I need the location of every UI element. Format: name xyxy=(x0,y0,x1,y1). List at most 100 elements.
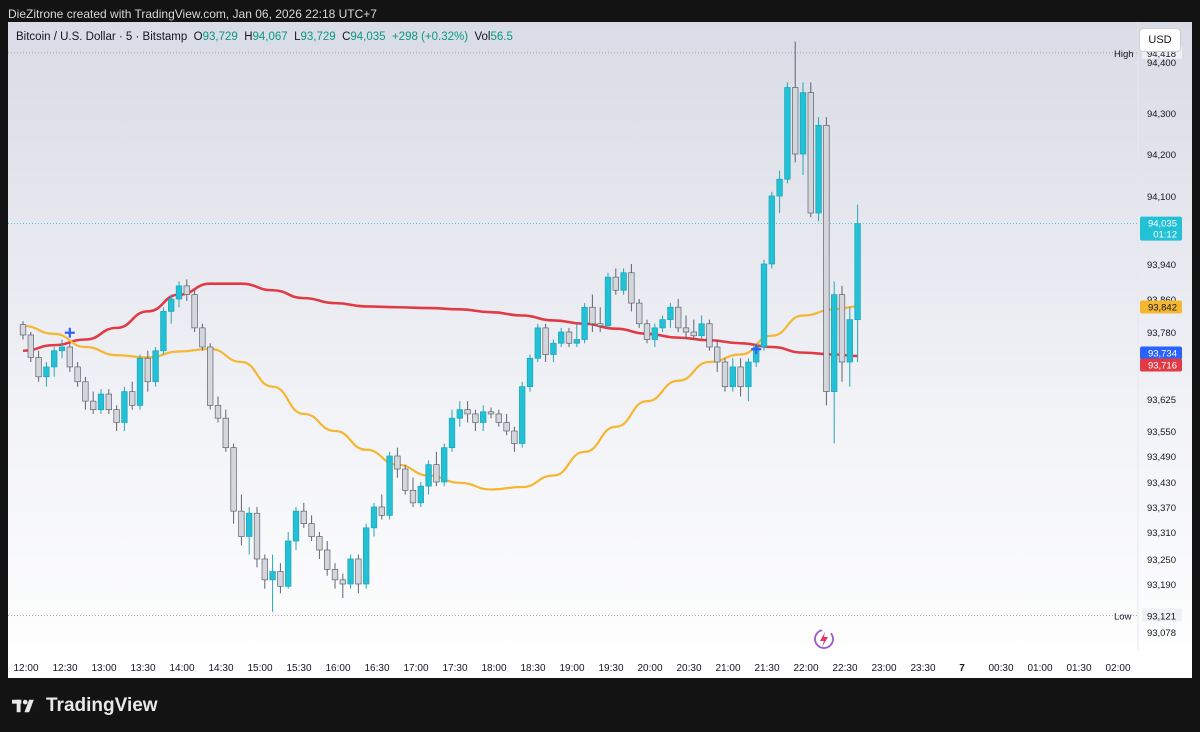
candle xyxy=(519,381,526,448)
candle-body xyxy=(745,361,752,388)
y-tick-label: 93,940 xyxy=(1147,260,1176,271)
brand-name: TradingView xyxy=(46,695,158,716)
y-tick-label: 94,300 xyxy=(1147,109,1176,120)
candle-body xyxy=(214,405,222,419)
candle-body xyxy=(66,346,73,368)
candle-body xyxy=(792,87,799,155)
x-tick-label: 20:00 xyxy=(637,663,662,674)
y-tick-label: 93,310 xyxy=(1147,528,1176,539)
candle-body xyxy=(90,400,97,411)
candle-body xyxy=(456,409,463,419)
chart-panel[interactable]: High Low 94,400 94,300 94,200 94,100 93,940 93… xyxy=(8,22,1192,678)
x-tick-label: 02:00 xyxy=(1105,663,1130,674)
candle-body xyxy=(620,272,627,291)
candle-body xyxy=(643,323,651,340)
x-tick-label: 19:00 xyxy=(559,663,584,674)
candle-body xyxy=(230,447,237,512)
currency-button[interactable]: USD xyxy=(1139,28,1181,52)
candle-body xyxy=(246,512,253,537)
candle-body xyxy=(331,569,339,581)
candle-body xyxy=(113,409,120,423)
candle-body xyxy=(542,327,549,355)
price-tag-value: 93,716 xyxy=(1148,361,1177,372)
candle-body xyxy=(659,319,666,329)
y-tick-label: 93,250 xyxy=(1147,555,1176,566)
x-tick-label: 14:30 xyxy=(208,663,233,674)
x-tick-label: 01:00 xyxy=(1027,663,1052,674)
candle-body xyxy=(402,468,409,491)
x-tick-label: 16:30 xyxy=(364,663,389,674)
candle-body xyxy=(487,411,495,415)
low-value-label: 93,121 xyxy=(1147,611,1176,622)
y-tick-label: 93,780 xyxy=(1147,328,1176,339)
candle-body xyxy=(160,311,167,352)
candle-body xyxy=(636,302,643,325)
candle-body xyxy=(136,357,144,406)
candle-body xyxy=(721,361,729,388)
candle-body xyxy=(51,350,58,368)
y-tick-label: 93,550 xyxy=(1147,427,1176,438)
y-tick-label: 93,190 xyxy=(1147,580,1176,591)
candle xyxy=(815,117,822,222)
candle-body xyxy=(838,294,846,363)
candle-body xyxy=(35,357,42,378)
candle-body xyxy=(495,413,502,423)
candle-body xyxy=(480,411,487,423)
candle-body xyxy=(854,223,861,320)
candle-body xyxy=(292,510,300,542)
candle-body xyxy=(651,327,658,340)
tradingview-brand: TradingView xyxy=(12,695,158,717)
x-tick-label: 22:00 xyxy=(793,663,818,674)
candle-body xyxy=(433,464,440,483)
candle-body xyxy=(324,549,331,570)
candle xyxy=(152,347,159,387)
price-tag-value: 93,842 xyxy=(1148,303,1177,314)
candle-body xyxy=(573,339,580,344)
candle xyxy=(768,191,775,269)
candle-body xyxy=(690,331,697,337)
candle xyxy=(402,464,409,495)
candle xyxy=(191,290,198,332)
candle-body xyxy=(511,430,518,444)
candle-body xyxy=(339,579,346,585)
candle-body xyxy=(347,558,354,585)
candle-body xyxy=(807,92,814,214)
x-tick-label: 17:30 xyxy=(442,663,467,674)
candle-body xyxy=(97,393,105,411)
candle-body xyxy=(300,510,307,525)
candle-body xyxy=(846,319,853,363)
candle-body xyxy=(776,178,783,197)
candle xyxy=(136,354,144,410)
candle-body xyxy=(472,413,479,423)
legend-title: Bitcoin / U.S. Dollar · 5 · Bitstamp xyxy=(16,31,188,43)
legend-low-value: 93,729 xyxy=(300,31,336,43)
candle xyxy=(823,117,830,406)
candle-body xyxy=(526,357,534,388)
candle-body xyxy=(378,506,385,516)
candle-body xyxy=(519,386,526,444)
candle-body xyxy=(261,558,268,581)
x-tick-label: 22:30 xyxy=(832,663,857,674)
price-tag-prev-close: 93,734 xyxy=(1140,346,1182,360)
price-chart[interactable]: HighLow 94,40094,30094,20094,10093,94093… xyxy=(8,22,1192,678)
x-tick-label: 18:30 xyxy=(520,663,545,674)
candle-body xyxy=(58,346,66,352)
candle xyxy=(160,307,167,355)
candle-body xyxy=(729,366,736,388)
candle-body xyxy=(238,510,245,537)
x-tick-label: 19:30 xyxy=(598,663,623,674)
price-tag-ema-slow: 93,716 xyxy=(1140,358,1182,372)
candle-body xyxy=(207,346,214,406)
candle xyxy=(441,443,448,487)
candle-body xyxy=(394,455,401,470)
x-tick-label: 21:00 xyxy=(715,663,740,674)
x-tick-label: 18:00 xyxy=(481,663,506,674)
y-tick-label: 93,490 xyxy=(1147,452,1176,463)
symbol-legend: Bitcoin / U.S. Dollar · 5 · Bitstamp O93… xyxy=(16,31,513,43)
x-tick-label: 16:00 xyxy=(325,663,350,674)
x-tick-label: 21:30 xyxy=(754,663,779,674)
candle-body xyxy=(144,357,151,383)
x-tick-label: 17:00 xyxy=(403,663,428,674)
x-tick-label: 13:30 xyxy=(130,663,155,674)
y-tick-label: 93,078 xyxy=(1147,628,1176,639)
